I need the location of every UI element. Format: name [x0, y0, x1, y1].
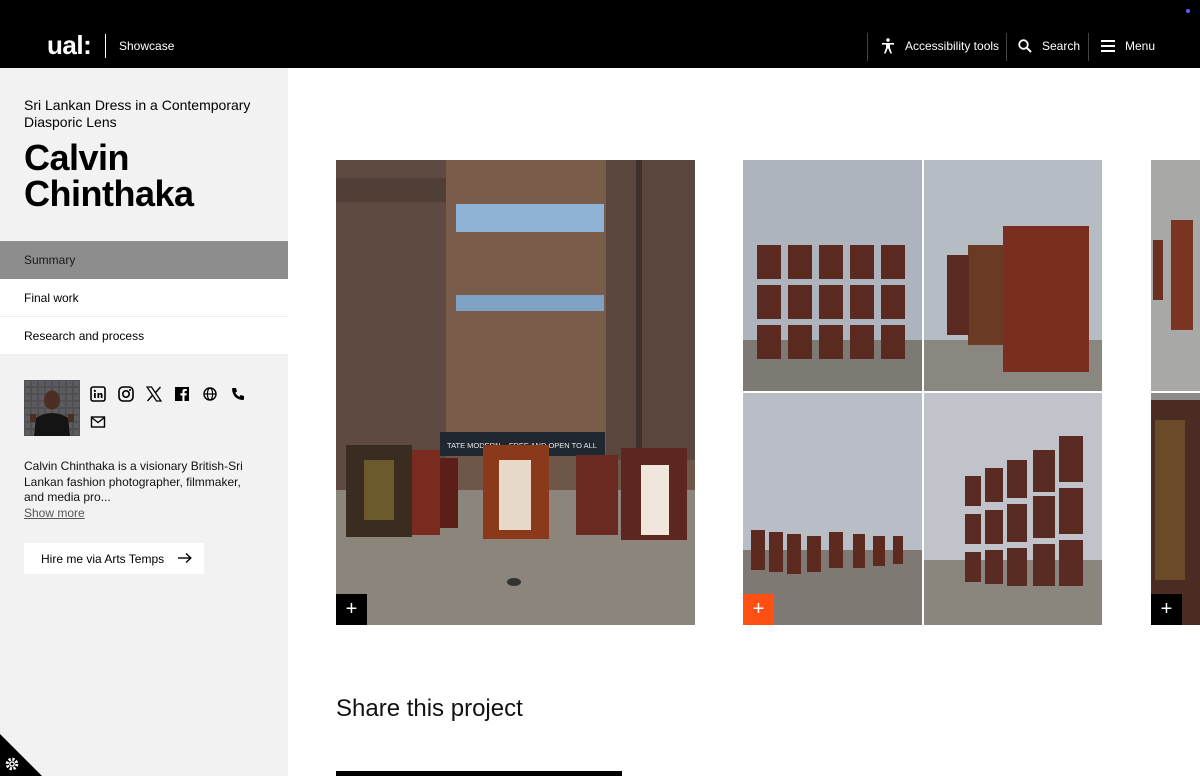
arrow-right-icon — [178, 552, 192, 564]
linkedin-icon[interactable] — [90, 386, 106, 402]
mail-icon[interactable] — [90, 414, 106, 430]
student-bio: Calvin Chinthaka is a visionary British-… — [24, 459, 243, 504]
showcase-link[interactable]: Showcase — [119, 39, 174, 53]
tate-modern-exhibition-photo: TATE MODERN – FREE AND OPEN TO ALL — [336, 160, 695, 625]
hire-me-button[interactable]: Hire me via Arts Temps — [24, 543, 204, 574]
share-button-bar[interactable] — [336, 771, 622, 776]
phone-icon[interactable] — [230, 386, 246, 402]
site-header: ual: Showcase Accessibility tools Search… — [0, 0, 1200, 68]
expand-image-button[interactable]: + — [336, 594, 367, 625]
instagram-icon[interactable] — [118, 386, 134, 402]
accessibility-tools-label: Accessibility tools — [905, 39, 1000, 53]
project-sidebar: Sri Lankan Dress in a Contemporary Diasp… — [0, 68, 288, 776]
search-button[interactable]: Search — [1018, 38, 1080, 54]
menu-label: Menu — [1125, 39, 1156, 53]
nav-item-research-and-process[interactable]: Research and process — [0, 317, 288, 355]
facebook-icon[interactable] — [174, 386, 190, 402]
avatar — [24, 380, 80, 436]
nav-item-summary[interactable]: Summary — [0, 241, 288, 279]
x-icon[interactable] — [146, 386, 162, 402]
hamburger-icon — [1101, 40, 1115, 52]
accessibility-tools-button[interactable]: Accessibility tools — [881, 38, 999, 54]
gallery-image-interior[interactable]: + — [1151, 160, 1200, 625]
status-dot — [1186, 9, 1190, 13]
share-project-heading: Share this project — [336, 695, 523, 722]
expand-image-button[interactable]: + — [1151, 594, 1182, 625]
student-name: Calvin Chinthaka — [24, 137, 194, 214]
cookie-settings-button[interactable] — [0, 734, 42, 776]
header-divider — [1088, 33, 1089, 61]
header-divider — [1006, 33, 1007, 61]
search-label: Search — [1042, 39, 1081, 53]
logo-divider — [105, 34, 106, 58]
hire-me-label: Hire me via Arts Temps — [41, 551, 165, 566]
gallery-image-collage[interactable]: + — [743, 160, 1102, 625]
show-more-link[interactable]: Show more — [24, 506, 85, 520]
gallery-image-tate-modern[interactable]: TATE MODERN – FREE AND OPEN TO ALL + — [336, 160, 695, 625]
exhibition-collage-photo — [743, 160, 1102, 625]
accessibility-icon — [882, 38, 894, 54]
search-icon — [1018, 39, 1032, 53]
expand-image-button[interactable]: + — [743, 594, 774, 625]
exhibition-interior-photo — [1151, 160, 1200, 625]
project-title: Sri Lankan Dress in a Contemporary Diasp… — [24, 97, 251, 130]
ual-logo[interactable]: ual: — [47, 30, 92, 60]
project-nav: Summary Final work Research and process — [0, 241, 288, 355]
header-divider — [867, 33, 868, 61]
nav-item-final-work[interactable]: Final work — [0, 279, 288, 317]
globe-icon[interactable] — [202, 386, 218, 402]
menu-button[interactable]: Menu — [1101, 38, 1155, 54]
